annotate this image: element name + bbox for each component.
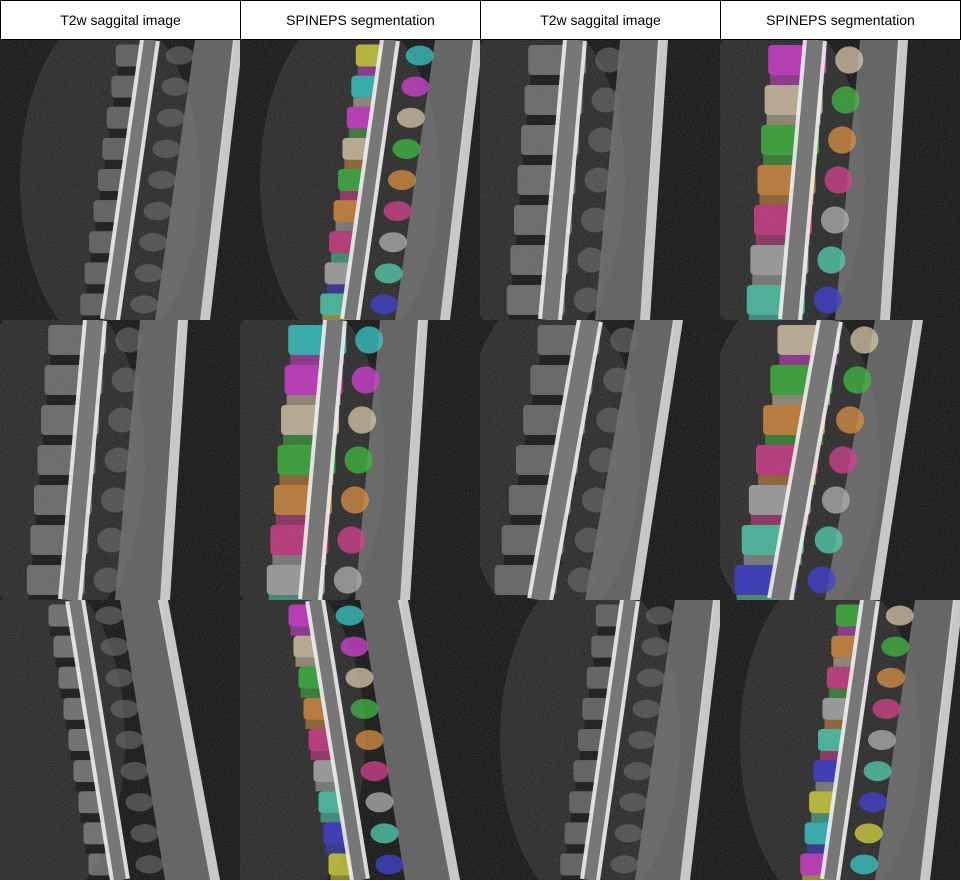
t2w-panel xyxy=(480,40,720,320)
mri-image xyxy=(480,600,720,880)
column-header-4: SPINEPS segmentation xyxy=(720,0,961,40)
segmentation-panel xyxy=(720,320,960,600)
figure-grid: T2w saggital image SPINEPS segmentation … xyxy=(0,0,961,881)
segmentation-image xyxy=(240,600,480,880)
segmentation-image xyxy=(720,320,960,600)
mri-image xyxy=(0,40,240,320)
segmentation-panel xyxy=(240,600,480,880)
segmentation-image xyxy=(240,40,480,320)
mri-image xyxy=(480,40,720,320)
column-header-3: T2w saggital image xyxy=(480,0,721,40)
segmentation-panel xyxy=(240,320,480,600)
column-header-1: T2w saggital image xyxy=(0,0,241,40)
segmentation-panel xyxy=(240,40,480,320)
t2w-panel xyxy=(0,40,240,320)
segmentation-image xyxy=(720,40,960,320)
t2w-panel xyxy=(480,320,720,600)
t2w-panel xyxy=(0,600,240,880)
t2w-panel xyxy=(480,600,720,880)
segmentation-image xyxy=(240,320,480,600)
mri-image xyxy=(0,320,240,600)
segmentation-panel xyxy=(720,40,960,320)
column-header-2: SPINEPS segmentation xyxy=(240,0,481,40)
segmentation-image xyxy=(720,600,960,880)
t2w-panel xyxy=(0,320,240,600)
segmentation-panel xyxy=(720,600,960,880)
mri-image xyxy=(480,320,720,600)
mri-image xyxy=(0,600,240,880)
